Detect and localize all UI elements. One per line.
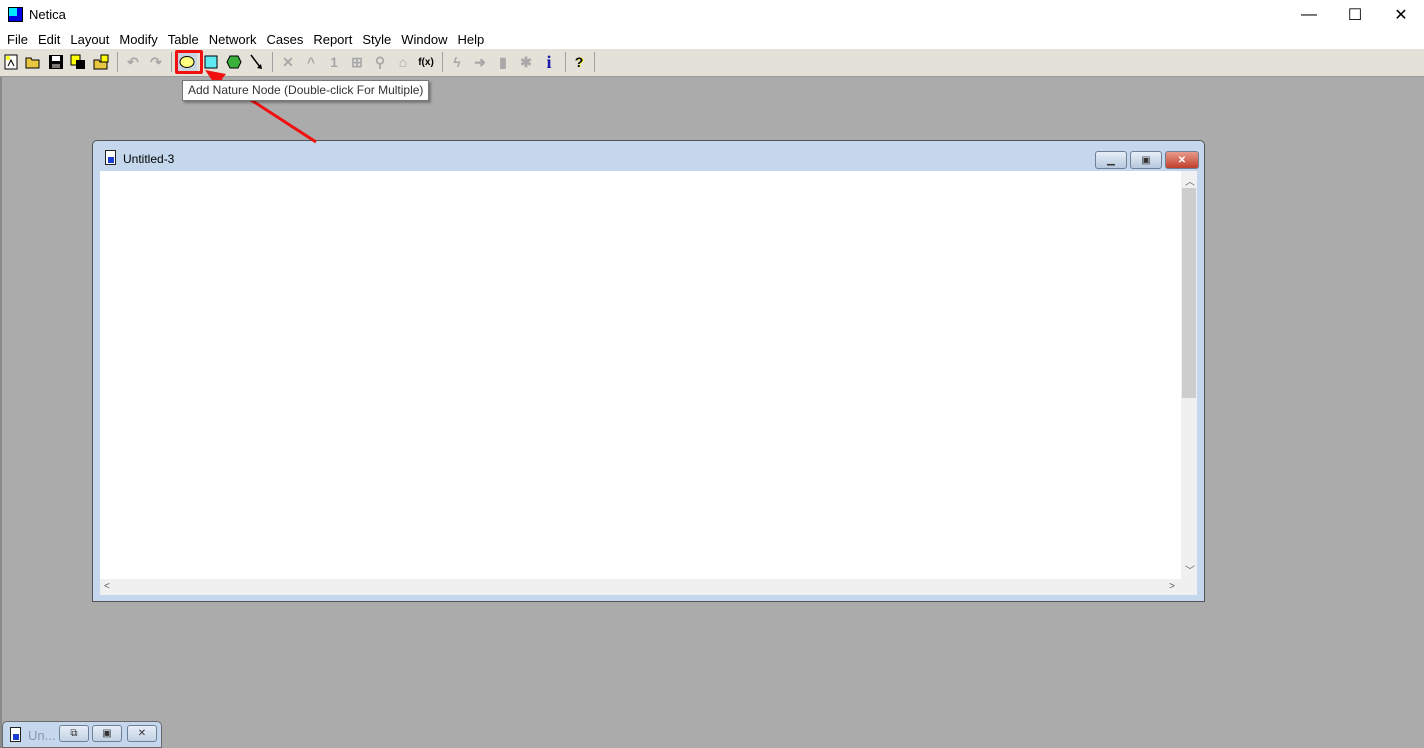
- minimized-close-button[interactable]: ✕: [127, 725, 157, 742]
- minimized-maximize-button[interactable]: ▣: [92, 725, 122, 742]
- minimized-window-title: Un...: [28, 728, 56, 743]
- tooltip: Add Nature Node (Double-click For Multip…: [182, 80, 430, 101]
- minimized-window[interactable]: Un... ⧉ ▣ ✕: [2, 721, 162, 748]
- minimized-restore-button[interactable]: ⧉: [59, 725, 89, 742]
- annotation-arrow: [205, 70, 317, 144]
- document-icon: [10, 727, 21, 742]
